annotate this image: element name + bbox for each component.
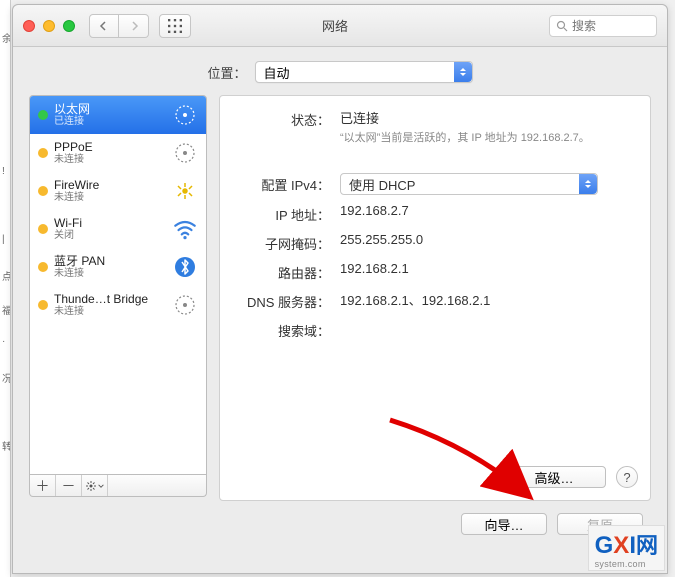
status-subtext: “以太网”当前是活跃的，其 IP 地址为 192.168.2.7。 [340,131,600,145]
ethernet-icon [172,102,198,128]
dns-value: 192.168.2.1、192.168.2.1 [340,290,636,309]
service-name: FireWire [54,178,172,192]
chevron-updown-icon [579,174,597,194]
remove-service-button[interactable]: － [56,475,82,496]
service-name: 蓝牙 PAN [54,254,172,268]
search-field[interactable] [549,15,657,37]
service-name: PPPoE [54,140,172,154]
service-item-wifi[interactable]: Wi-Fi 关闭 [30,210,206,248]
service-status: 未连接 [54,268,172,280]
service-item-ethernet[interactable]: 以太网 已连接 [30,96,206,134]
router-label: 路由器： [234,261,340,282]
service-status: 未连接 [54,192,172,204]
watermark: GXI网 system.com [588,525,665,571]
search-icon [556,20,568,32]
mask-value: 255.255.255.0 [340,232,636,247]
minimize-button[interactable] [43,20,55,32]
ethernet-icon [172,292,198,318]
status-dot-icon [38,110,48,120]
service-list[interactable]: 以太网 已连接 PPPoE 未连接 [29,95,207,475]
service-toolbar: ＋ － [29,475,207,497]
status-dot-icon [38,186,48,196]
advanced-button[interactable]: 高级… [502,466,606,488]
status-dot-icon [38,224,48,234]
add-service-button[interactable]: ＋ [30,475,56,496]
ipv4-config-select[interactable]: 使用 DHCP [340,173,598,195]
ipv4-config-label: 配置 IPv4： [234,173,340,194]
service-name: Thunde…t Bridge [54,292,172,306]
wifi-icon [172,216,198,242]
service-status: 已连接 [54,116,172,128]
service-item-bluetooth[interactable]: 蓝牙 PAN 未连接 [30,248,206,286]
service-status: 关闭 [54,230,172,242]
ethernet-icon [172,140,198,166]
status-label: 状态： [234,108,340,129]
service-name: Wi-Fi [54,216,172,230]
ip-label: IP 地址： [234,203,340,224]
detail-panel: 状态： 已连接 “以太网”当前是活跃的，其 IP 地址为 192.168.2.7… [219,95,651,501]
assist-button[interactable]: 向导… [461,513,547,535]
status-dot-icon [38,148,48,158]
chevron-updown-icon [454,62,472,82]
location-select[interactable]: 自动 [255,61,473,83]
background-window-sliver: 余!|点福·况转 [0,0,11,577]
close-button[interactable] [23,20,35,32]
zoom-button[interactable] [63,20,75,32]
footer-buttons: 向导… 复原 [13,501,667,535]
chevron-down-icon [98,483,104,489]
location-value: 自动 [264,63,290,82]
status-dot-icon [38,262,48,272]
service-item-thunderbolt[interactable]: Thunde…t Bridge 未连接 [30,286,206,324]
dns-label: DNS 服务器： [234,290,340,311]
bluetooth-icon [172,254,198,280]
router-value: 192.168.2.1 [340,261,636,276]
ip-value: 192.168.2.7 [340,203,636,218]
service-item-firewire[interactable]: FireWire 未连接 [30,172,206,210]
ipv4-config-value: 使用 DHCP [349,175,415,194]
mask-label: 子网掩码： [234,232,340,253]
location-row: 位置： 自动 [13,47,667,95]
window-title: 网络 [121,16,549,35]
service-item-pppoe[interactable]: PPPoE 未连接 [30,134,206,172]
network-prefs-window: 网络 位置： 自动 以太网 已连接 [12,4,668,574]
help-button[interactable]: ? [616,466,638,488]
search-input[interactable] [572,19,642,33]
service-status: 未连接 [54,154,172,166]
service-name: 以太网 [54,102,172,116]
back-button[interactable] [89,14,119,38]
status-dot-icon [38,300,48,310]
location-label: 位置： [207,63,246,82]
status-value: 已连接 [340,108,636,127]
titlebar: 网络 [13,5,667,47]
service-status: 未连接 [54,306,172,318]
service-sidebar: 以太网 已连接 PPPoE 未连接 [29,95,207,501]
service-actions-button[interactable] [82,475,108,496]
search-domain-label: 搜索域： [234,319,340,340]
window-controls [23,20,75,32]
firewire-icon [172,178,198,204]
gear-icon [85,480,97,492]
